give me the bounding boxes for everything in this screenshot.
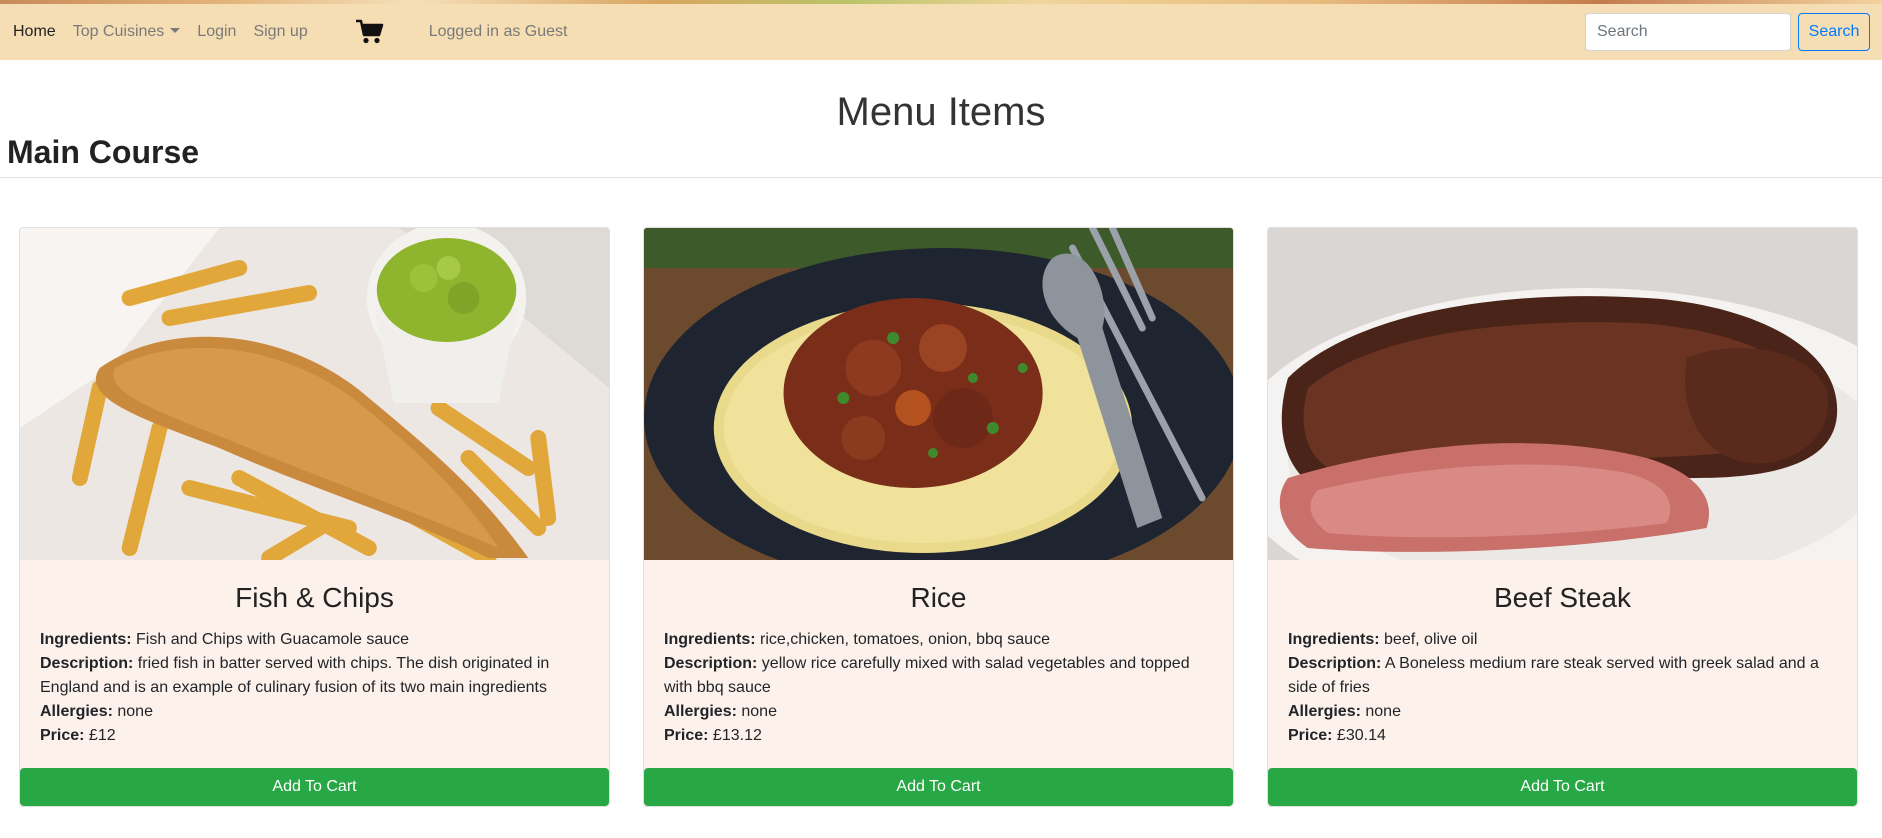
divider <box>0 177 1882 178</box>
chevron-down-icon <box>170 28 181 33</box>
search-button[interactable]: Search <box>1798 13 1870 51</box>
price-label: Price: <box>40 727 85 744</box>
allergies-value: none <box>741 703 777 720</box>
item-description: Description: A Boneless medium rare stea… <box>1288 652 1837 700</box>
description-label: Description: <box>40 655 134 672</box>
description-label: Description: <box>1288 655 1382 672</box>
ingredients-value: beef, olive oil <box>1384 631 1478 648</box>
fish-and-chips-image <box>20 228 609 560</box>
shopping-cart-icon[interactable] <box>355 19 385 45</box>
allergies-value: none <box>117 703 153 720</box>
item-price: Price: £12 <box>40 724 589 748</box>
price-value: £30.14 <box>1336 727 1386 744</box>
allergies-value: none <box>1365 703 1401 720</box>
allergies-label: Allergies: <box>664 703 737 720</box>
price-label: Price: <box>664 727 709 744</box>
ingredients-label: Ingredients: <box>1288 631 1380 648</box>
add-to-cart-button[interactable]: Add To Cart <box>20 768 609 806</box>
item-allergies: Allergies: none <box>1288 700 1837 724</box>
item-price: Price: £13.12 <box>664 724 1213 748</box>
item-allergies: Allergies: none <box>40 700 589 724</box>
nav-signup[interactable]: Sign up <box>253 23 307 41</box>
nav-home[interactable]: Home <box>13 23 56 41</box>
item-ingredients: Ingredients: beef, olive oil <box>1288 628 1837 652</box>
description-label: Description: <box>664 655 758 672</box>
ingredients-value: rice,chicken, tomatoes, onion, bbq sauce <box>760 631 1050 648</box>
item-ingredients: Ingredients: Fish and Chips with Guacamo… <box>40 628 589 652</box>
item-title: Rice <box>910 582 967 613</box>
allergies-label: Allergies: <box>40 703 113 720</box>
item-allergies: Allergies: none <box>664 700 1213 724</box>
item-title: Beef Steak <box>1494 582 1631 613</box>
item-title: Fish & Chips <box>235 582 394 613</box>
menu-card: Fish & Chips Ingredients: Fish and Chips… <box>19 227 610 807</box>
ingredients-value: Fish and Chips with Guacamole sauce <box>136 631 410 648</box>
rice-dish-image <box>644 228 1233 560</box>
section-title: Main Course <box>7 134 200 170</box>
beef-steak-image <box>1268 228 1857 560</box>
item-ingredients: Ingredients: rice,chicken, tomatoes, oni… <box>664 628 1213 652</box>
price-value: £12 <box>88 727 116 744</box>
menu-card: Beef Steak Ingredients: beef, olive oil … <box>1267 227 1858 807</box>
item-price: Price: £30.14 <box>1288 724 1837 748</box>
menu-card: Rice Ingredients: rice,chicken, tomatoes… <box>643 227 1234 807</box>
add-to-cart-button[interactable]: Add To Cart <box>644 768 1233 806</box>
nav-top-cuisines-label: Top Cuisines <box>72 23 165 40</box>
price-value: £13.12 <box>712 727 762 744</box>
allergies-label: Allergies: <box>1288 703 1361 720</box>
nav-top-cuisines-dropdown[interactable]: Top Cuisines <box>73 23 181 41</box>
item-description: Description: yellow rice carefully mixed… <box>664 652 1213 700</box>
search-input[interactable] <box>1585 13 1791 51</box>
price-label: Price: <box>1288 727 1333 744</box>
ingredients-label: Ingredients: <box>40 631 132 648</box>
search-form: Search <box>1585 13 1870 51</box>
menu-card-grid: Fish & Chips Ingredients: Fish and Chips… <box>19 227 1858 807</box>
add-to-cart-button[interactable]: Add To Cart <box>1268 768 1857 806</box>
ingredients-label: Ingredients: <box>664 631 756 648</box>
login-status: Logged in as Guest <box>428 23 568 40</box>
nav-login[interactable]: Login <box>197 23 236 41</box>
navbar: Home Top Cuisines Login Sign up Logged i… <box>0 4 1882 60</box>
page-title: Menu Items <box>836 90 1046 134</box>
item-description: Description: fried fish in batter served… <box>40 652 589 700</box>
